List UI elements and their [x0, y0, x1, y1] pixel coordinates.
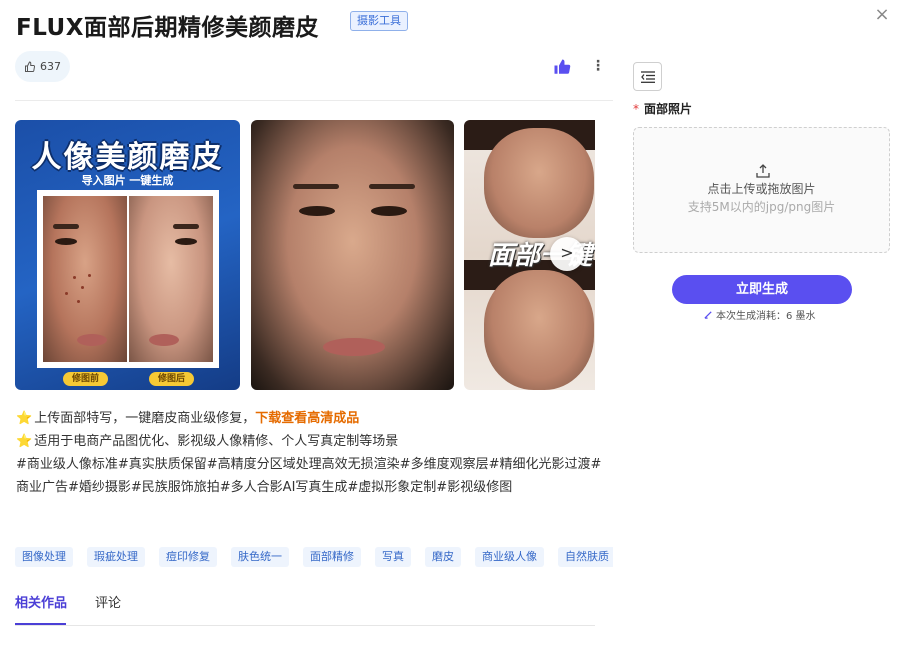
thumbs-up-outline-icon: [25, 60, 35, 72]
collapse-panel-button[interactable]: [633, 62, 662, 91]
brow: [369, 184, 415, 189]
before-face: [43, 196, 127, 362]
tag-item[interactable]: 肤色统一: [231, 547, 289, 567]
more-options-icon[interactable]: ⋮: [591, 58, 605, 76]
tag-item[interactable]: 磨皮: [425, 547, 461, 567]
desc-line-2: ⭐ 适用于电商产品图优化、影视级人像精修、个人写真定制等场景: [16, 430, 606, 453]
blemish: [73, 276, 76, 279]
star-icon: ⭐: [16, 434, 33, 449]
gallery-image-2[interactable]: [251, 120, 454, 390]
collapse-panel-icon: [640, 70, 655, 83]
upload-arrow-icon: [756, 164, 770, 178]
after-label: 修图后: [149, 372, 195, 386]
close-icon[interactable]: ×: [872, 6, 892, 26]
brow: [173, 224, 199, 229]
tab-related-works[interactable]: 相关作品: [15, 594, 67, 614]
eye: [299, 206, 335, 216]
bottom-face: [484, 270, 594, 390]
tag-item[interactable]: 图像处理: [15, 547, 73, 567]
face-photo-label-text: 面部照片: [644, 102, 693, 116]
next-image-button[interactable]: >: [550, 237, 584, 271]
after-face: [129, 196, 213, 362]
eye: [371, 206, 407, 216]
before-after-frame: [37, 190, 219, 368]
brow: [293, 184, 339, 189]
tag-item[interactable]: 自然肤质: [558, 547, 613, 567]
tag-item[interactable]: 写真: [375, 547, 411, 567]
generation-cost-text: 本次生成消耗：6 墨水: [716, 311, 816, 322]
generate-button[interactable]: 立即生成: [672, 275, 852, 304]
lip: [149, 334, 179, 346]
eye: [55, 238, 77, 245]
brow: [53, 224, 79, 229]
tag-list: 图像处理 瑕疵处理 痘印修复 肤色统一 面部精修 写真 磨皮 商业级人像 自然肤质: [15, 545, 613, 567]
tag-item[interactable]: 面部精修: [303, 547, 361, 567]
before-label: 修图前: [63, 372, 109, 386]
top-face: [484, 128, 594, 238]
hashtags: #商业级人像标准#真实肤质保留#高精度分区域处理高效无损渲染#多维度观察层#精细…: [16, 457, 602, 495]
ink-pen-icon: [704, 311, 712, 319]
header-divider: [15, 100, 613, 101]
upload-instruction: 点击上传或拖放图片: [707, 182, 816, 196]
like-count: 637: [40, 60, 61, 73]
generation-cost: 本次生成消耗：6 墨水: [704, 307, 816, 322]
page-title: FLUX面部后期精修美颜磨皮: [16, 15, 319, 41]
blemish: [77, 300, 80, 303]
promo-title: 人像美颜磨皮: [31, 140, 224, 175]
lip: [323, 338, 385, 356]
promo-subtitle: 导入图片 一键生成: [81, 174, 174, 187]
upload-hint: 支持5M以内的jpg/png图片: [687, 200, 836, 214]
tag-item[interactable]: 商业级人像: [475, 547, 544, 567]
desc-line-1: ⭐ 上传面部特写，一键磨皮商业级修复，下载查看高清成品: [16, 407, 606, 430]
gallery-image-1[interactable]: 人像美颜磨皮 导入图片 一键生成 修图前 修图后: [15, 120, 240, 390]
image-upload-dropzone[interactable]: 点击上传或拖放图片 支持5M以内的jpg/png图片: [633, 127, 890, 253]
category-badge[interactable]: 摄影工具: [350, 11, 408, 31]
desc-line-1-text: 上传面部特写，一键磨皮商业级修复，: [34, 411, 256, 426]
desc-line-2-text: 适用于电商产品图优化、影视级人像精修、个人写真定制等场景: [34, 434, 399, 449]
blemish: [65, 292, 68, 295]
blemish: [81, 286, 84, 289]
image-gallery[interactable]: 人像美颜磨皮 导入图片 一键生成 修图前 修图后 面部一键: [15, 120, 595, 390]
lip: [77, 334, 107, 346]
blemish: [88, 274, 91, 277]
thumbs-up-filled-icon[interactable]: [553, 58, 571, 76]
like-button[interactable]: 637: [15, 51, 70, 82]
tab-comments[interactable]: 评论: [95, 594, 121, 614]
tabs-divider: [15, 625, 595, 626]
eye: [175, 238, 197, 245]
description: ⭐ 上传面部特写，一键磨皮商业级修复，下载查看高清成品 ⭐ 适用于电商产品图优化、影…: [16, 407, 606, 499]
tag-item[interactable]: 痘印修复: [159, 547, 217, 567]
tag-item[interactable]: 瑕疵处理: [87, 547, 145, 567]
required-mark: *: [633, 102, 639, 116]
face-photo-label: * 面部照片: [633, 100, 692, 117]
download-hd-link[interactable]: 下载查看高清成品: [255, 411, 359, 426]
star-icon: ⭐: [16, 411, 33, 426]
page: FLUX面部后期精修美颜磨皮 摄影工具 × 637 ⋮ 人像美颜磨皮 导入图片 …: [0, 0, 905, 650]
